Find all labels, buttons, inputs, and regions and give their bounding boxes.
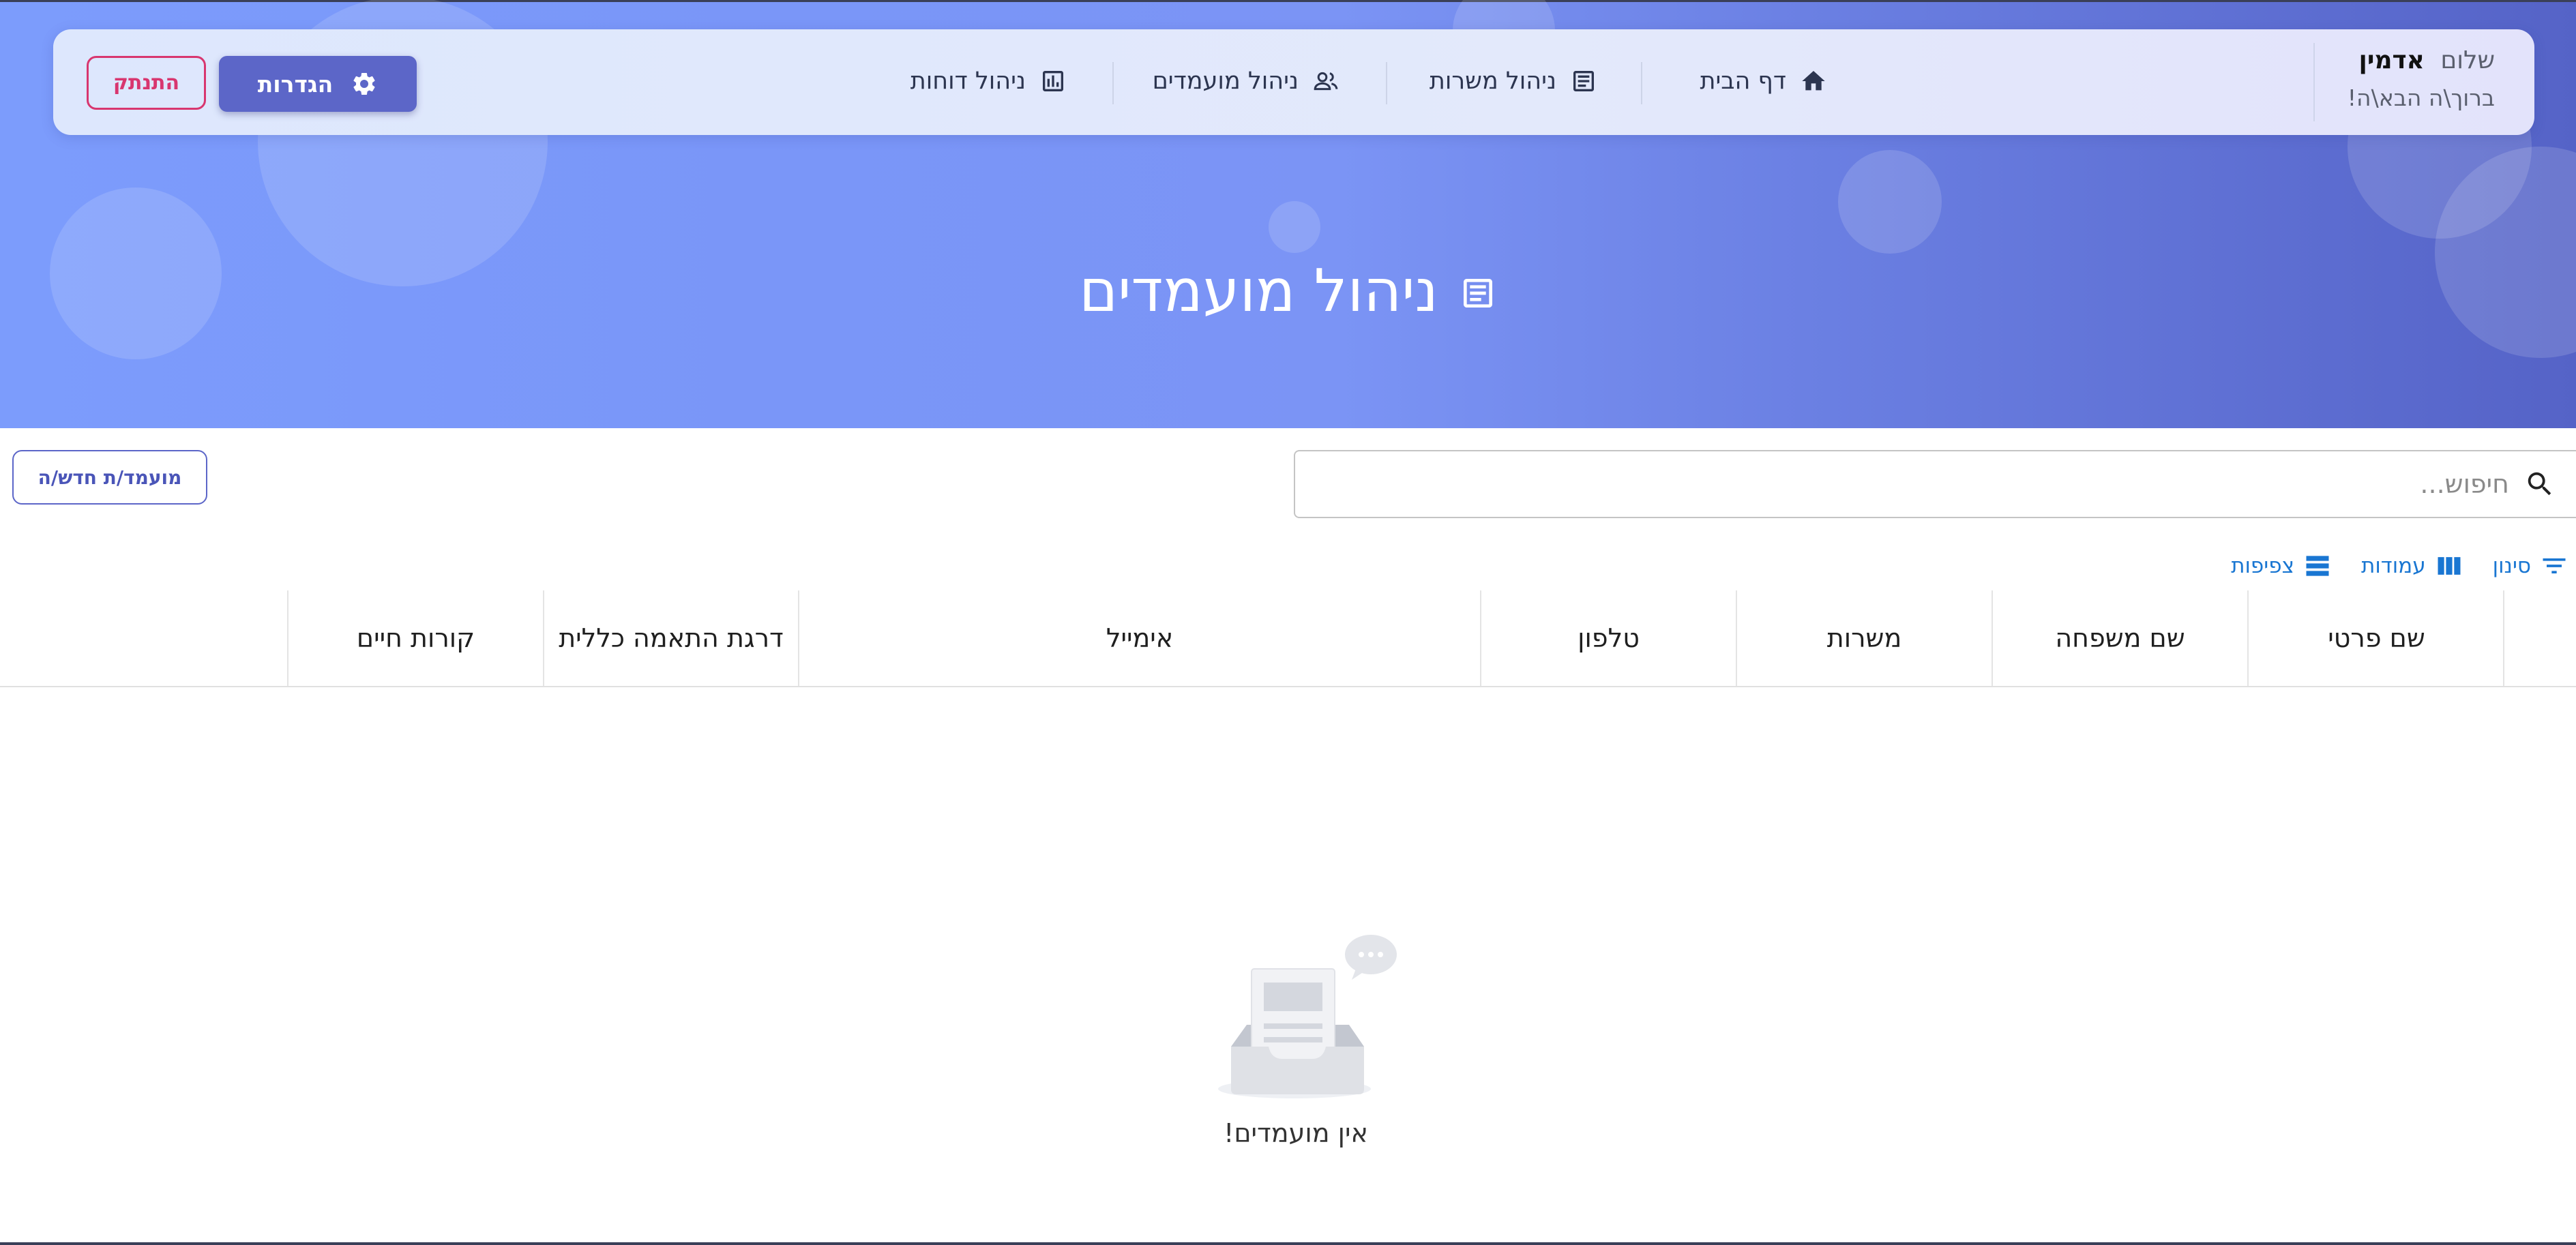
density-icon [2306,556,2329,576]
column-separator [287,590,288,686]
nav-item-reports[interactable]: ניהול דוחות [911,61,1067,102]
search-icon [2528,472,2551,496]
decor-bubble [1269,201,1320,253]
density-button[interactable]: צפיפות [2231,551,2333,581]
table-header: שם פרטי שם משפחה משרות טלפון אימייל דרגת… [0,590,2576,687]
greeting-text: שלום [2440,46,2495,74]
page-title-text: ניהול מועמדים [1079,257,1438,325]
page-title: ניהול מועמדים [0,254,2576,329]
columns-icon [2438,557,2461,575]
column-separator [1736,590,1737,686]
gear-icon [353,72,375,95]
nav-item-candidates[interactable]: ניהול מועמדים [1153,61,1339,102]
divider [1641,62,1642,104]
settings-button-label: הגדרות [257,70,334,97]
column-separator [543,590,544,686]
column-separator [1480,590,1481,686]
column-separator [1992,590,1993,686]
bottom-border [0,1242,2576,1245]
column-header-last-name[interactable]: שם משפחה [1993,590,2247,686]
column-header-email[interactable]: אימייל [799,590,1480,686]
column-header-phone[interactable]: טלפון [1481,590,1736,686]
column-separator [798,590,799,686]
columns-button[interactable]: עמודות [2361,551,2464,581]
search-field[interactable] [1294,450,2576,518]
column-header-jobs[interactable]: משרות [1737,590,1992,686]
empty-state-message: אין מועמדים! [1224,1118,1368,1148]
column-header-first-name[interactable]: שם פרטי [2249,590,2504,686]
people-icon [1314,72,1338,91]
empty-inbox-icon [1218,935,1397,1098]
filter-button[interactable]: סינון [2493,551,2569,581]
column-separator [2247,590,2249,686]
welcome-text: ברוך\ה הבא\ה! [2347,85,2495,112]
nav-item-jobs[interactable]: ניהול משרות [1430,61,1597,102]
density-label: צפיפות [2231,554,2294,578]
add-candidate-button[interactable]: מועמד/ת חדש/ה [12,450,207,505]
divider [1112,62,1114,104]
filter-label: סינון [2492,554,2531,578]
search-input[interactable] [1295,469,2509,499]
top-navbar: שלום אדמין ברוך\ה הבא\ה! דף הבית ניהול מ… [53,29,2534,135]
document-icon [1573,71,1594,91]
nav-item-label: ניהול משרות [1429,68,1556,95]
column-header-resume[interactable]: קורות חיים [288,590,543,686]
user-greeting: שלום אדמין ברוך\ה הבא\ה! [2324,46,2495,121]
logout-button[interactable]: התנתק [87,56,206,110]
divider [1386,62,1387,104]
column-header-match-score[interactable]: דרגת התאמה כללית [544,590,798,686]
home-icon [1802,71,1825,91]
filter-icon [2543,558,2566,573]
bar-chart-icon [1043,71,1063,91]
nav-item-label: ניהול דוחות [910,68,1026,95]
user-name: אדמין [2358,46,2425,74]
divider [2313,43,2315,121]
decor-bubble [1838,150,1942,254]
nav-item-label: דף הבית [1700,68,1786,95]
columns-label: עמודות [2360,554,2426,578]
nav-item-label: ניהול מועמדים [1152,68,1299,95]
document-icon [1463,279,1492,308]
nav-item-home[interactable]: דף הבית [1700,61,1827,102]
grid-toolbar: סינון עמודות צפיפות [2215,545,2576,586]
settings-button[interactable]: הגדרות [219,56,417,112]
